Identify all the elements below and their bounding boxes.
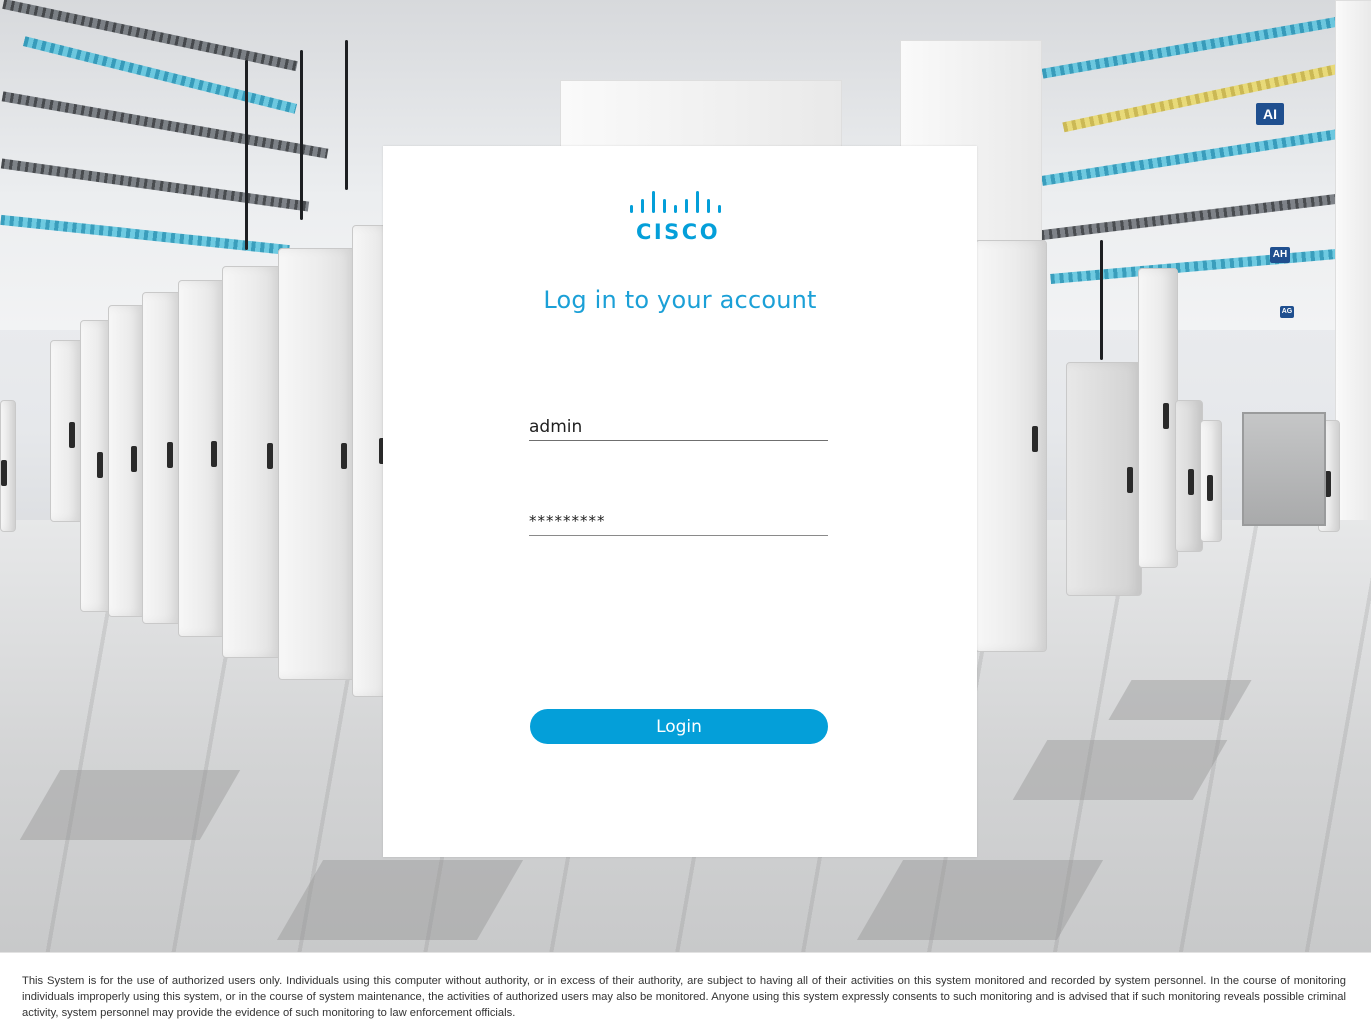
- floor-tile: [1012, 740, 1228, 800]
- login-card: CISCO Log in to your account Login: [383, 146, 977, 857]
- server-rack: [142, 292, 182, 624]
- cable: [245, 60, 248, 250]
- server-rack: [1066, 362, 1142, 596]
- exit-door: [1242, 412, 1326, 526]
- cable: [345, 40, 348, 190]
- cable: [1100, 240, 1103, 360]
- cable: [300, 50, 303, 220]
- server-rack: [1138, 268, 1178, 568]
- cisco-wordmark: CISCO: [636, 220, 720, 244]
- server-rack: [975, 240, 1047, 652]
- legal-disclaimer: This System is for the use of authorized…: [22, 975, 1346, 1019]
- server-rack: [50, 340, 84, 522]
- cisco-logo-bars: [630, 191, 721, 213]
- server-rack: [222, 266, 282, 658]
- server-rack: [1175, 400, 1203, 552]
- floor-tile: [1108, 680, 1252, 720]
- server-rack: [278, 248, 356, 680]
- login-button[interactable]: Login: [530, 709, 828, 744]
- username-field[interactable]: [529, 415, 828, 441]
- aisle-sign: AI: [1256, 103, 1284, 125]
- cisco-logo: CISCO: [630, 191, 721, 244]
- password-field[interactable]: [529, 509, 828, 536]
- server-rack: [1200, 420, 1222, 542]
- server-rack: [108, 305, 146, 617]
- server-rack: [178, 280, 226, 637]
- login-title: Log in to your account: [543, 286, 817, 314]
- server-rack: [0, 400, 16, 532]
- aisle-sign: AG: [1280, 306, 1294, 318]
- aisle-sign: AH: [1270, 247, 1290, 263]
- login-page: AI AH AG CISCO Log in to your account Lo…: [0, 0, 1371, 1024]
- footer: This System is for the use of authorized…: [0, 952, 1371, 1024]
